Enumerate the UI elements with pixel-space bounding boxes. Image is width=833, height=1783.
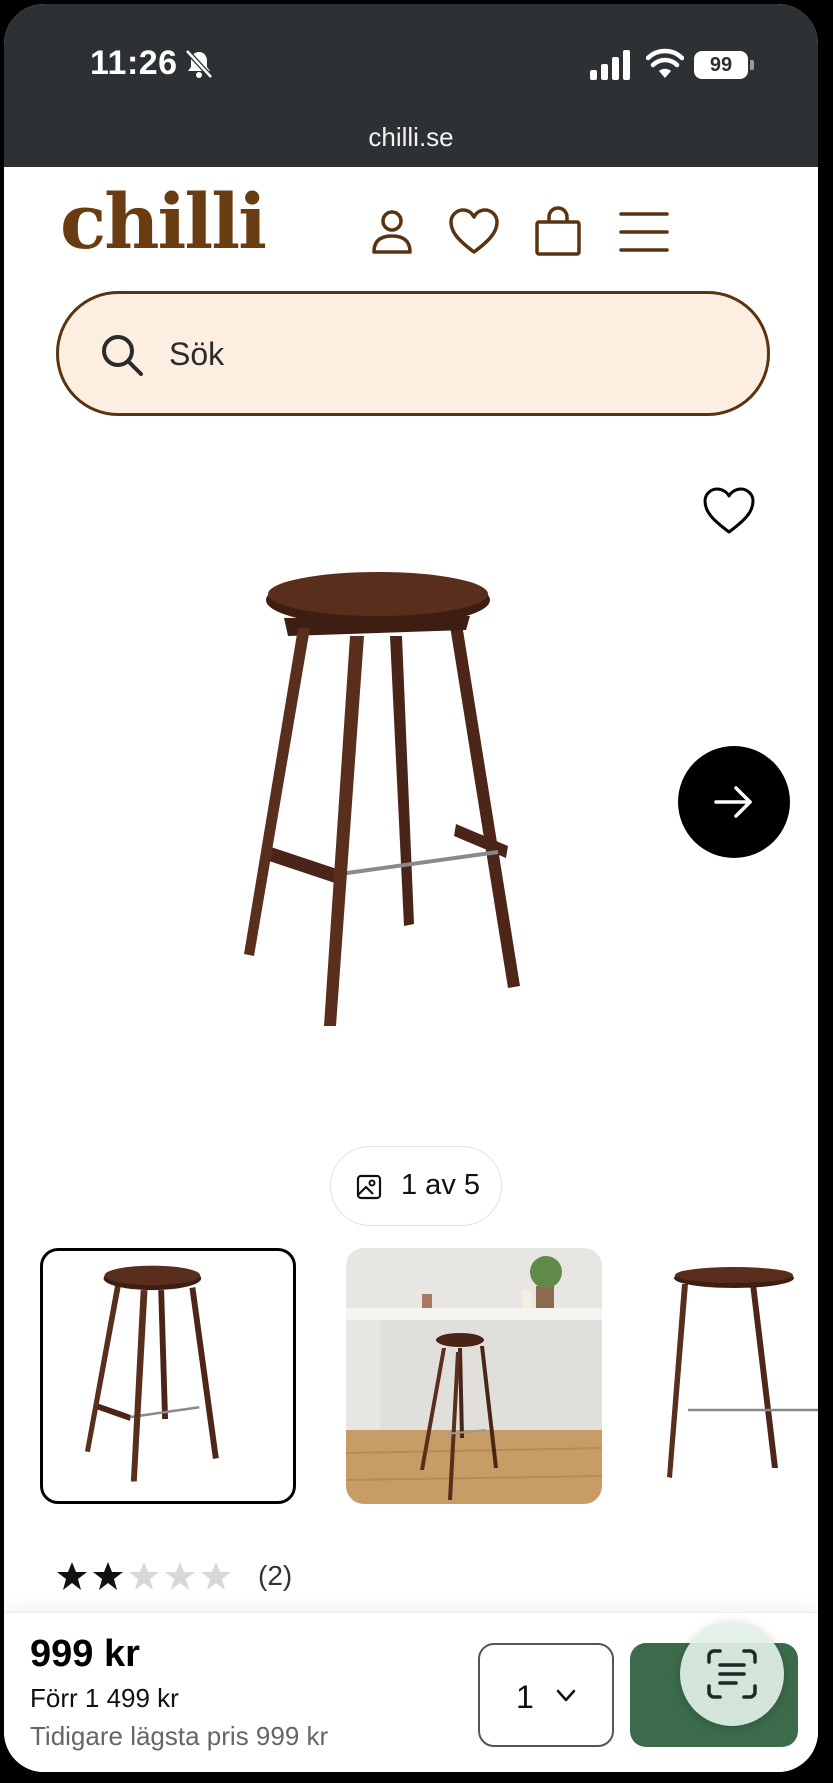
rating-stars[interactable] — [56, 1560, 232, 1596]
status-time: 11:26 — [90, 44, 178, 82]
star-empty-icon — [129, 1562, 159, 1590]
silent-bell-icon — [185, 49, 213, 79]
scan-text-button[interactable] — [680, 1622, 784, 1726]
cellular-signal-icon — [590, 50, 630, 80]
thumbnail-1[interactable] — [40, 1248, 296, 1504]
product-image[interactable] — [240, 566, 580, 1036]
quantity-value: 1 — [516, 1679, 534, 1715]
current-price: 999 kr — [30, 1633, 140, 1675]
star-empty-icon — [201, 1562, 231, 1590]
image-counter-text: 1 av 5 — [401, 1169, 480, 1201]
chevron-down-icon — [556, 1689, 576, 1702]
image-icon — [356, 1174, 382, 1200]
menu-icon[interactable] — [618, 206, 670, 258]
wishlist-heart-icon[interactable] — [448, 206, 500, 258]
browser-topbar: 11:26 99 chilli.se — [4, 4, 818, 167]
review-count[interactable]: (2) — [258, 1560, 292, 1592]
thumbnail-2[interactable] — [346, 1248, 602, 1504]
address-bar-url[interactable]: chilli.se — [4, 122, 818, 153]
star-filled-icon — [57, 1562, 87, 1590]
battery-icon: 99 — [694, 48, 756, 80]
quantity-select[interactable]: 1 — [478, 1643, 614, 1747]
wifi-icon — [646, 48, 684, 78]
live-text-scan-icon — [707, 1649, 757, 1699]
phone-screen: 11:26 99 chilli.se chilli Sök 1 av 5 (2)… — [4, 4, 818, 1772]
shopping-bag-icon[interactable] — [532, 206, 584, 258]
favorite-heart-icon[interactable] — [702, 486, 756, 536]
search-bar[interactable] — [56, 291, 770, 416]
site-logo[interactable]: chilli — [60, 184, 267, 260]
lowest-price-note: Tidigare lägsta pris 999 kr — [30, 1721, 329, 1751]
previous-price: Förr 1 499 kr — [30, 1683, 179, 1713]
star-empty-icon — [165, 1562, 195, 1590]
account-icon[interactable] — [366, 206, 418, 258]
search-icon — [102, 335, 143, 376]
thumbnail-3[interactable] — [654, 1248, 818, 1504]
arrow-right-icon — [714, 786, 752, 818]
search-input[interactable] — [169, 324, 729, 384]
image-counter[interactable]: 1 av 5 — [330, 1146, 502, 1226]
star-filled-icon — [93, 1562, 123, 1590]
next-image-button[interactable] — [678, 746, 790, 858]
battery-level: 99 — [694, 51, 748, 79]
